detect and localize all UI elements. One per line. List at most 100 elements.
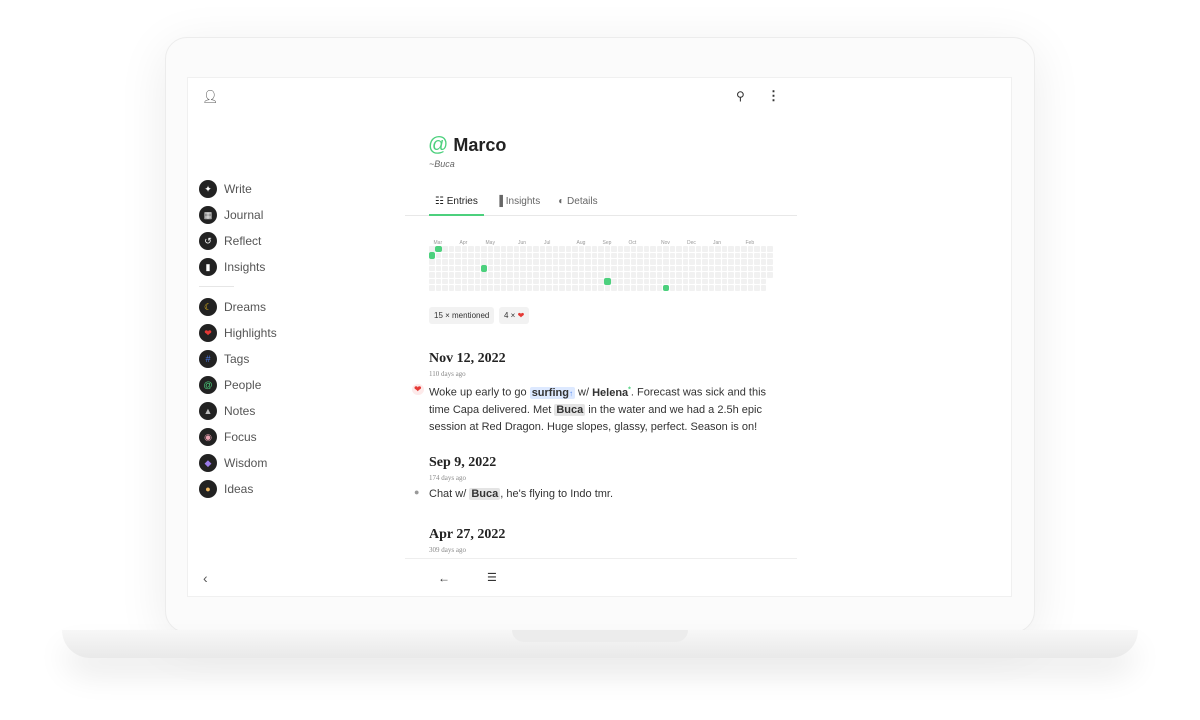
heatmap-cell[interactable] xyxy=(734,252,740,258)
heatmap-cell[interactable] xyxy=(585,259,591,265)
heatmap-cell[interactable] xyxy=(546,265,552,271)
heatmap-cell[interactable] xyxy=(747,246,753,252)
heatmap-cell[interactable] xyxy=(637,252,643,258)
heatmap-cell[interactable] xyxy=(630,259,636,265)
heatmap-cell[interactable] xyxy=(539,265,545,271)
heatmap-cell[interactable] xyxy=(695,246,701,252)
heatmap-cell[interactable] xyxy=(429,265,435,271)
heatmap-cell[interactable] xyxy=(552,278,558,284)
heatmap-cell[interactable] xyxy=(565,265,571,271)
heatmap-cell[interactable] xyxy=(650,246,656,252)
heatmap-cell[interactable] xyxy=(448,246,454,252)
heatmap-cell[interactable] xyxy=(572,259,578,265)
heatmap-cell[interactable] xyxy=(728,272,734,278)
heatmap-cell[interactable] xyxy=(741,265,747,271)
heatmap-cell[interactable] xyxy=(559,246,565,252)
heatmap-cell[interactable] xyxy=(760,265,766,271)
heatmap-cell[interactable] xyxy=(455,246,461,252)
heatmap-cell[interactable] xyxy=(676,278,682,284)
heatmap-cell[interactable] xyxy=(474,285,480,291)
heatmap-cell[interactable] xyxy=(767,265,773,271)
heatmap-cell[interactable] xyxy=(461,265,467,271)
heatmap-cell[interactable] xyxy=(689,278,695,284)
heatmap-cell[interactable] xyxy=(630,265,636,271)
heatmap-cell[interactable] xyxy=(539,246,545,252)
heatmap-cell[interactable] xyxy=(520,246,526,252)
heatmap-cell[interactable] xyxy=(734,246,740,252)
heatmap-cell[interactable] xyxy=(591,272,597,278)
heatmap-cell[interactable] xyxy=(565,272,571,278)
heatmap-cell[interactable] xyxy=(695,272,701,278)
heatmap-cell[interactable] xyxy=(474,252,480,258)
heatmap-cell[interactable] xyxy=(468,259,474,265)
heatmap-cell[interactable] xyxy=(669,285,675,291)
heatmap-cell[interactable] xyxy=(474,265,480,271)
heatmap-cell[interactable] xyxy=(702,265,708,271)
heatmap-cell[interactable] xyxy=(721,278,727,284)
heatmap-cell[interactable] xyxy=(604,246,610,252)
heatmap-cell[interactable] xyxy=(663,259,669,265)
heatmap-cell[interactable] xyxy=(663,252,669,258)
heatmap-cell[interactable] xyxy=(630,278,636,284)
heatmap-cell[interactable] xyxy=(494,259,500,265)
heatmap-cell[interactable] xyxy=(552,259,558,265)
heatmap-cell[interactable] xyxy=(702,285,708,291)
heatmap-cell[interactable] xyxy=(585,246,591,252)
heatmap-cell[interactable] xyxy=(611,285,617,291)
heatmap-cell[interactable] xyxy=(728,265,734,271)
heatmap-cell[interactable] xyxy=(637,265,643,271)
heatmap-cell[interactable] xyxy=(533,272,539,278)
heatmap-cell[interactable] xyxy=(539,272,545,278)
heatmap-cell[interactable] xyxy=(533,285,539,291)
heatmap-cell[interactable] xyxy=(715,246,721,252)
heatmap-cell[interactable] xyxy=(598,265,604,271)
heatmap-cell[interactable] xyxy=(474,259,480,265)
heatmap-cell[interactable] xyxy=(734,272,740,278)
heatmap-cell[interactable] xyxy=(624,272,630,278)
heatmap-cell[interactable] xyxy=(702,252,708,258)
heatmap-cell[interactable] xyxy=(429,246,435,252)
heatmap-cell[interactable] xyxy=(682,252,688,258)
heatmap-cell[interactable] xyxy=(708,265,714,271)
heatmap-cell[interactable] xyxy=(539,252,545,258)
heatmap-cell[interactable] xyxy=(767,246,773,252)
heatmap-cell[interactable] xyxy=(598,246,604,252)
heatmap-cell[interactable] xyxy=(754,278,760,284)
heatmap-cell[interactable] xyxy=(669,278,675,284)
heatmap-cell-active[interactable] xyxy=(428,252,435,259)
heatmap-cell[interactable] xyxy=(585,278,591,284)
heatmap-cell[interactable] xyxy=(734,259,740,265)
heatmap-cell[interactable] xyxy=(578,246,584,252)
heatmap-cell[interactable] xyxy=(520,252,526,258)
heatmap-cell[interactable] xyxy=(760,272,766,278)
heatmap-cell-active[interactable] xyxy=(480,265,487,272)
heatmap-cell[interactable] xyxy=(689,252,695,258)
sidebar-item-wisdom[interactable]: ◆ Wisdom xyxy=(199,454,267,472)
heatmap-cell[interactable] xyxy=(533,278,539,284)
heatmap-cell[interactable] xyxy=(715,278,721,284)
heatmap-cell[interactable] xyxy=(643,278,649,284)
heatmap-cell[interactable] xyxy=(559,285,565,291)
heatmap-cell[interactable] xyxy=(591,278,597,284)
heatmap-cell[interactable] xyxy=(429,259,435,265)
tag-surfing[interactable]: surfing↑ xyxy=(529,386,575,399)
heatmap-cell[interactable] xyxy=(494,285,500,291)
heatmap-cell-active[interactable] xyxy=(435,245,442,252)
heatmap-cell[interactable] xyxy=(676,265,682,271)
heatmap-cell[interactable] xyxy=(721,265,727,271)
heatmap-cell[interactable] xyxy=(461,278,467,284)
heatmap-cell[interactable] xyxy=(682,278,688,284)
sidebar-item-tags[interactable]: # Tags xyxy=(199,350,249,368)
heatmap-cell[interactable] xyxy=(643,246,649,252)
heatmap-cell[interactable] xyxy=(448,265,454,271)
heatmap-cell[interactable] xyxy=(643,272,649,278)
heatmap-cell[interactable] xyxy=(507,265,513,271)
heatmap-cell[interactable] xyxy=(663,278,669,284)
person-helena[interactable]: Helena* xyxy=(592,386,631,399)
heatmap-cell[interactable] xyxy=(572,278,578,284)
heatmap-cell[interactable] xyxy=(455,278,461,284)
heatmap-cell[interactable] xyxy=(734,265,740,271)
heatmap-cell[interactable] xyxy=(442,278,448,284)
heatmap-cell[interactable] xyxy=(734,278,740,284)
heatmap-cell[interactable] xyxy=(741,278,747,284)
